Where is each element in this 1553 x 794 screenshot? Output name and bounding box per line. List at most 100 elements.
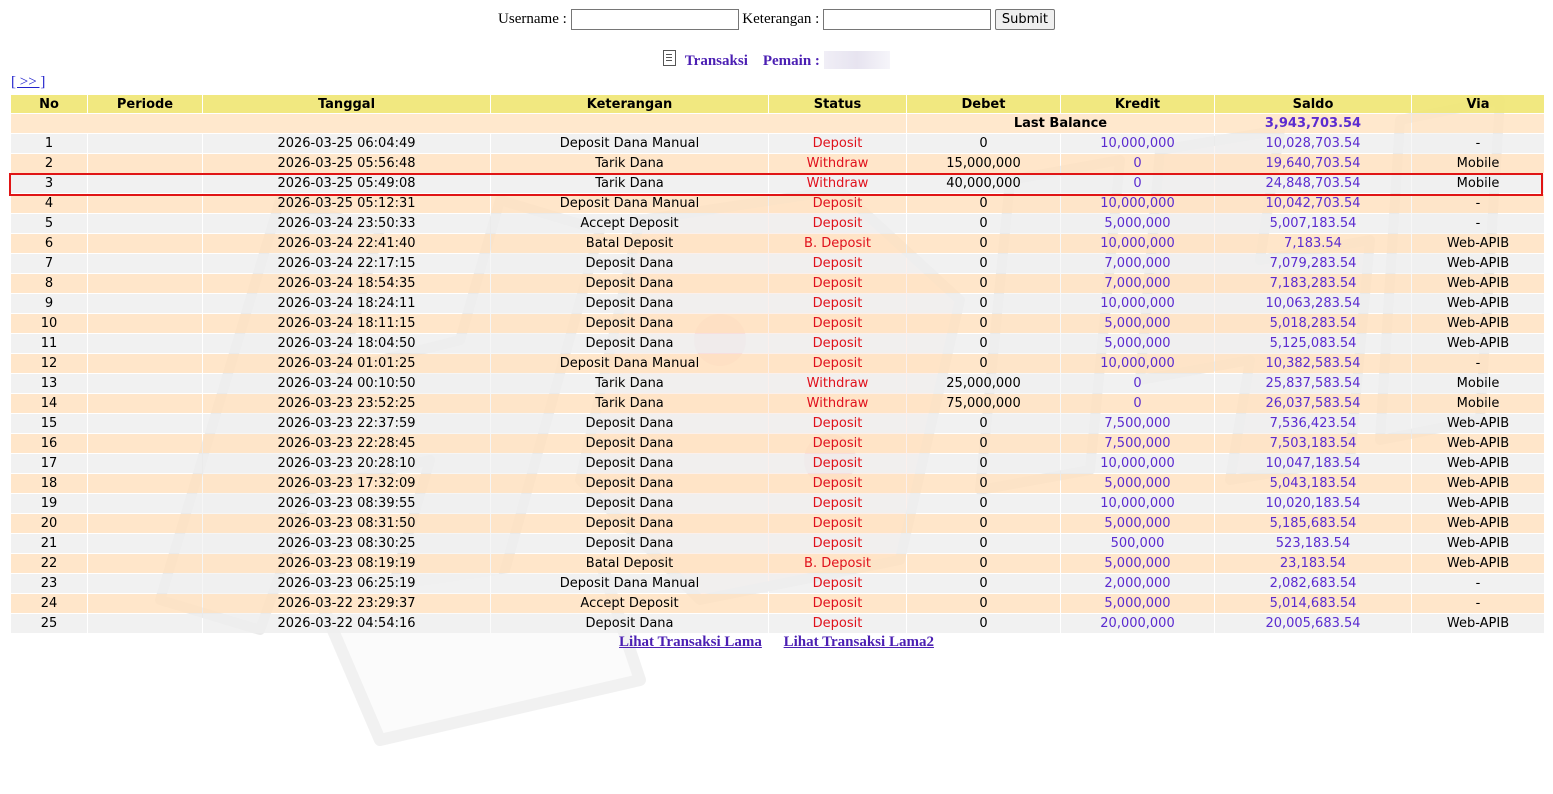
cell-kredit: 10,000,000 (1061, 494, 1214, 513)
cell-no: 23 (11, 574, 87, 593)
cell-no: 6 (11, 234, 87, 253)
cell-periode (88, 174, 202, 193)
lihat-transaksi-lama2-link[interactable]: Lihat Transaksi Lama2 (784, 634, 934, 650)
cell-debet: 0 (907, 294, 1060, 313)
cell-status: Deposit (769, 574, 906, 593)
cell-via: Web-APIB (1412, 474, 1544, 493)
cell-tanggal: 2026-03-24 22:17:15 (203, 254, 490, 273)
cell-via: - (1412, 194, 1544, 213)
cell-periode (88, 614, 202, 633)
cell-periode (88, 234, 202, 253)
column-header-keterangan: Keterangan (491, 95, 768, 113)
last-balance-row: Last Balance 3,943,703.54 (11, 114, 1544, 133)
search-form: Username : Keterangan : Submit (0, 9, 1553, 30)
column-header-via: Via (1412, 95, 1544, 113)
cell-saldo: 23,183.54 (1215, 554, 1411, 573)
cell-status: B. Deposit (769, 554, 906, 573)
cell-periode (88, 534, 202, 553)
cell-keterangan: Deposit Dana Manual (491, 354, 768, 373)
cell-periode (88, 134, 202, 153)
cell-debet: 0 (907, 594, 1060, 613)
table-row: 2 2026-03-25 05:56:48 Tarik Dana Withdraw 15… (11, 154, 1544, 173)
cell-keterangan: Accept Deposit (491, 594, 768, 613)
cell-kredit: 5,000,000 (1061, 474, 1214, 493)
cell-saldo: 7,503,183.54 (1215, 434, 1411, 453)
cell-keterangan: Deposit Dana (491, 514, 768, 533)
cell-tanggal: 2026-03-25 05:12:31 (203, 194, 490, 213)
cell-kredit: 7,500,000 (1061, 414, 1214, 433)
cell-status: Deposit (769, 474, 906, 493)
table-row: 7 2026-03-24 22:17:15 Deposit Dana Deposit 0… (11, 254, 1544, 273)
table-row: 5 2026-03-24 23:50:33 Accept Deposit Deposi… (11, 214, 1544, 233)
cell-status: Deposit (769, 414, 906, 433)
cell-no: 8 (11, 274, 87, 293)
cell-via: Web-APIB (1412, 494, 1544, 513)
cell-debet: 0 (907, 454, 1060, 473)
cell-kredit: 7,000,000 (1061, 254, 1214, 273)
column-header-kredit: Kredit (1061, 95, 1214, 113)
cell-no: 15 (11, 414, 87, 433)
cell-periode (88, 554, 202, 573)
cell-periode (88, 254, 202, 273)
cell-keterangan: Deposit Dana (491, 294, 768, 313)
cell-kredit: 0 (1061, 154, 1214, 173)
cell-saldo: 5,018,283.54 (1215, 314, 1411, 333)
cell-periode (88, 434, 202, 453)
cell-debet: 0 (907, 474, 1060, 493)
pemain-redacted (823, 51, 890, 69)
keterangan-input[interactable] (823, 9, 992, 30)
cell-tanggal: 2026-03-23 08:39:55 (203, 494, 490, 513)
cell-saldo: 2,082,683.54 (1215, 574, 1411, 593)
cell-periode (88, 414, 202, 433)
cell-via: Mobile (1412, 374, 1544, 393)
cell-tanggal: 2026-03-24 18:04:50 (203, 334, 490, 353)
cell-kredit: 0 (1061, 394, 1214, 413)
cell-debet: 15,000,000 (907, 154, 1060, 173)
column-header-periode: Periode (88, 95, 202, 113)
cell-no: 11 (11, 334, 87, 353)
username-input[interactable] (570, 9, 739, 30)
document-icon (663, 50, 677, 66)
cell-tanggal: 2026-03-24 18:24:11 (203, 294, 490, 313)
cell-saldo: 5,014,683.54 (1215, 594, 1411, 613)
cell-periode (88, 334, 202, 353)
cell-status: Withdraw (769, 374, 906, 393)
cell-debet: 0 (907, 434, 1060, 453)
cell-keterangan: Deposit Dana (491, 414, 768, 433)
cell-tanggal: 2026-03-23 06:25:19 (203, 574, 490, 593)
submit-button[interactable]: Submit (994, 9, 1055, 30)
cell-debet: 75,000,000 (907, 394, 1060, 413)
cell-debet: 0 (907, 314, 1060, 333)
table-header-row: No Periode Tanggal Keterangan Status Debet Kre… (11, 95, 1544, 113)
cell-saldo: 10,063,283.54 (1215, 294, 1411, 313)
cell-saldo: 24,848,703.54 (1215, 174, 1411, 193)
column-header-saldo: Saldo (1215, 95, 1411, 113)
table-row: 11 2026-03-24 18:04:50 Deposit Dana Deposit… (11, 334, 1544, 353)
cell-status: Deposit (769, 274, 906, 293)
cell-no: 19 (11, 494, 87, 513)
next-page-link[interactable]: [ >> ] (11, 74, 45, 91)
cell-tanggal: 2026-03-23 08:19:19 (203, 554, 490, 573)
cell-keterangan: Tarik Dana (491, 154, 768, 173)
cell-keterangan: Batal Deposit (491, 554, 768, 573)
cell-periode (88, 394, 202, 413)
cell-via: Mobile (1412, 174, 1544, 193)
cell-tanggal: 2026-03-24 18:54:35 (203, 274, 490, 293)
cell-status: Deposit (769, 254, 906, 273)
last-balance-spacer (11, 114, 906, 133)
cell-via: - (1412, 134, 1544, 153)
column-header-tanggal: Tanggal (203, 95, 490, 113)
cell-periode (88, 194, 202, 213)
cell-kredit: 10,000,000 (1061, 194, 1214, 213)
cell-keterangan: Accept Deposit (491, 214, 768, 233)
lihat-transaksi-lama-link[interactable]: Lihat Transaksi Lama (619, 634, 762, 650)
cell-debet: 0 (907, 574, 1060, 593)
cell-debet: 40,000,000 (907, 174, 1060, 193)
cell-debet: 0 (907, 494, 1060, 513)
cell-tanggal: 2026-03-24 00:10:50 (203, 374, 490, 393)
cell-tanggal: 2026-03-23 08:31:50 (203, 514, 490, 533)
cell-no: 25 (11, 614, 87, 633)
cell-keterangan: Deposit Dana (491, 614, 768, 633)
cell-periode (88, 214, 202, 233)
cell-keterangan: Deposit Dana (491, 274, 768, 293)
